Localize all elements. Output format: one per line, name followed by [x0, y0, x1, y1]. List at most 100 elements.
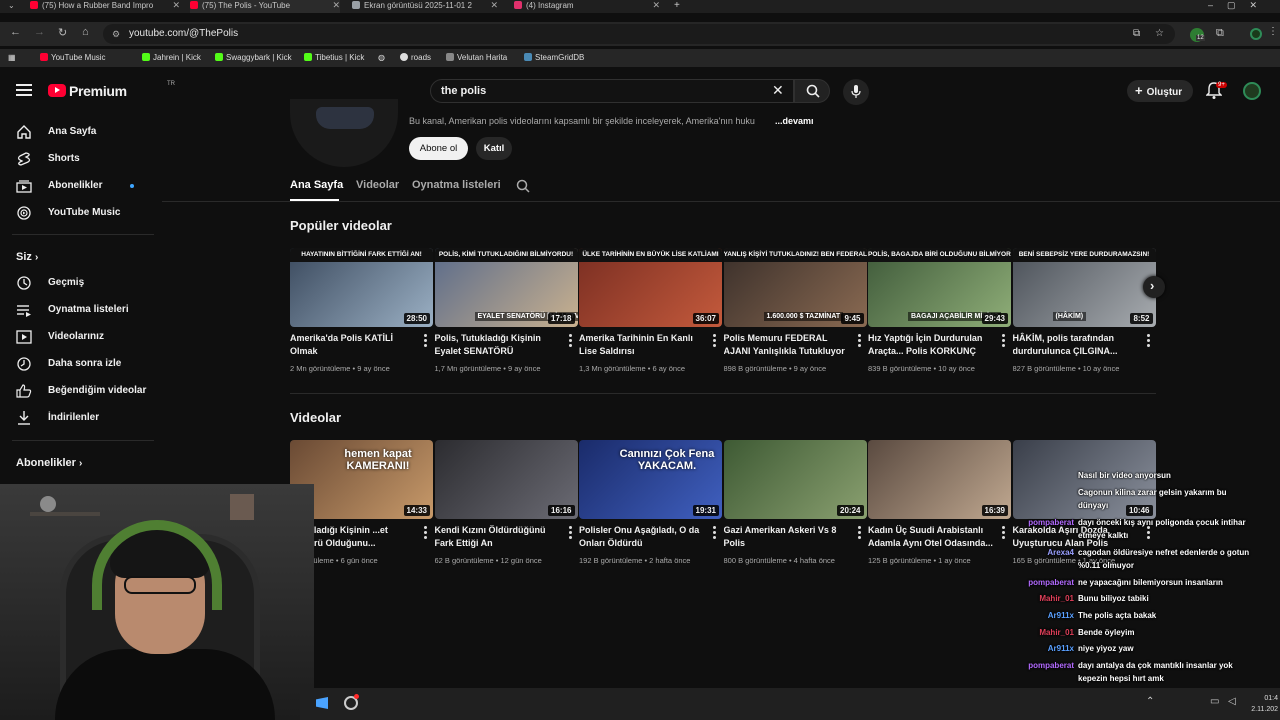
video-title[interactable]: Hız Yaptığı İçin Durdurulan Araçta... Po… [868, 332, 996, 358]
start-icon[interactable] [316, 697, 328, 709]
sidebar-item-home[interactable]: Ana Sayfa [16, 123, 146, 143]
address-bar[interactable]: ⚙ youtube.com/@ThePolis ⧉ ☆ [103, 24, 1175, 44]
more-options-icon[interactable] [424, 334, 427, 349]
channel-avatar[interactable] [290, 99, 398, 167]
video-thumbnail[interactable]: ÜLKE TARİHİNİN EN BÜYÜK LİSE KATLİAMI 36:… [579, 248, 722, 327]
sidebar-item-youtube-music[interactable]: YouTube Music [16, 204, 146, 224]
video-thumbnail[interactable]: 16:39 [868, 440, 1011, 519]
chat-username[interactable]: Ar911x [1048, 642, 1074, 655]
window-controls[interactable]: –▢✕ [1208, 0, 1271, 11]
browser-menu-icon[interactable]: ⋮ [1268, 26, 1278, 37]
channel-description[interactable]: Bu kanal, Amerikan polis videolarını kap… [409, 116, 755, 126]
tab-playlists[interactable]: Oynatma listeleri [412, 179, 501, 191]
close-tab-icon[interactable]: ✕ [490, 0, 498, 11]
install-icon[interactable]: ⧉ [1133, 24, 1140, 44]
sidebar-item-subscriptions[interactable]: Abonelikler [16, 177, 146, 197]
voice-search-button[interactable] [843, 79, 869, 105]
close-tab-icon[interactable]: ✕ [332, 0, 340, 11]
more-options-icon[interactable] [857, 334, 861, 349]
close-tab-icon[interactable]: ✕ [172, 0, 180, 11]
video-title[interactable]: Polisler Onu Aşağıladı, O da Onları Öldü… [579, 524, 707, 550]
chat-username[interactable]: pompaberat [1028, 576, 1074, 589]
channel-search-icon[interactable] [516, 179, 530, 193]
chat-username[interactable]: pompaberat [1028, 659, 1074, 672]
apps-grid-icon[interactable]: ▦ [8, 53, 16, 62]
browser-tab-1[interactable]: (75) How a Rubber Band Impro ✕ [30, 0, 180, 13]
video-thumbnail[interactable]: BENİ SEBEPSİZ YERE DURDURAMAZSIN! (HÂKİM)… [1012, 248, 1156, 327]
back-icon[interactable]: ← [10, 26, 21, 38]
carousel-next-button[interactable]: › [1143, 276, 1165, 298]
video-title[interactable]: Amerika'da Polis KATİLİ Olmak [290, 332, 418, 358]
sidebar-item-playlists[interactable]: Oynatma listeleri [16, 301, 146, 321]
video-thumbnail[interactable]: POLİS, BAGAJDA BİRİ OLDUĞUNU BİLMİYORDU B… [868, 248, 1011, 327]
sidebar-item-watch-later[interactable]: Daha sonra izle [16, 355, 146, 375]
video-thumbnail[interactable]: 20:24 [723, 440, 867, 519]
video-title[interactable]: Kendi Kızını Öldürdüğünü Fark Ettiği An [435, 524, 563, 550]
video-thumbnail[interactable]: POLİS, KİMİ TUTUKLADIĞINI BİLMİYORDU! EYA… [434, 248, 578, 327]
bookmark-velutan-harita[interactable]: Velutan Harita [446, 53, 507, 62]
bookmark-roads[interactable]: roads [400, 53, 431, 62]
sidebar-item-history[interactable]: Geçmiş [16, 274, 146, 294]
more-options-icon[interactable] [1146, 334, 1150, 349]
clear-search-icon[interactable]: ✕ [772, 82, 784, 99]
new-tab-icon[interactable]: + [674, 0, 680, 11]
video-title[interactable]: Amerika Tarihinin En Kanlı Lise Saldırıs… [579, 332, 707, 358]
more-options-icon[interactable] [1002, 526, 1005, 541]
sidebar-item-downloads[interactable]: İndirilenler [16, 409, 146, 429]
hamburger-menu-icon[interactable] [16, 84, 32, 96]
video-thumbnail[interactable]: 16:16 [434, 440, 578, 519]
bookmark-star-icon[interactable]: ☆ [1155, 24, 1164, 44]
tray-chevron-icon[interactable]: ⌃ [1146, 696, 1154, 707]
more-options-icon[interactable] [568, 334, 572, 349]
bookmark-swaggybark[interactable]: Swaggybark | Kick [215, 53, 292, 62]
chat-username[interactable]: pompaberat [1028, 516, 1074, 529]
video-title[interactable]: Polis, Tutukladığı Kişinin Eyalet SENATÖ… [435, 332, 563, 358]
tab-search-icon[interactable]: ⌄ [8, 1, 15, 10]
chat-username[interactable]: Mahir_01 [1039, 592, 1074, 605]
reload-icon[interactable]: ↻ [58, 26, 67, 39]
subscribe-button[interactable]: Abone ol [409, 137, 468, 160]
chat-username[interactable]: Mahir_01 [1039, 626, 1074, 639]
bookmark-steamgriddb[interactable]: SteamGridDB [524, 53, 584, 62]
taskbar-clock[interactable]: 01:4 2.11.202 [1248, 693, 1278, 715]
extensions-puzzle-icon[interactable]: ⧉ [1216, 27, 1224, 40]
sidebar-item-shorts[interactable]: Shorts [16, 150, 146, 170]
video-thumbnail[interactable]: HAYATININ BİTTİĞİNİ FARK ETTİĞİ AN! 28:50 [290, 248, 433, 327]
tab-videos[interactable]: Videolar [356, 179, 399, 191]
more-options-icon[interactable] [713, 334, 716, 349]
tab-home[interactable]: Ana Sayfa [290, 179, 343, 191]
sidebar-item-your-videos[interactable]: Videolarınız [16, 328, 146, 348]
search-input[interactable]: the polis [430, 79, 794, 103]
forward-icon[interactable]: → [34, 26, 45, 38]
video-title[interactable]: Polis Memuru FEDERAL AJANI Yanlışlıkla T… [724, 332, 852, 358]
bookmark-youtube-music[interactable]: YouTube Music [40, 53, 106, 62]
volume-icon[interactable]: ◁ [1228, 696, 1236, 707]
network-icon[interactable]: ▭ [1210, 696, 1219, 707]
create-button[interactable]: + Oluştur [1127, 80, 1193, 102]
globe-icon[interactable]: ◍ [378, 53, 385, 62]
browser-tab-4[interactable]: (4) Instagram ✕ [514, 0, 660, 13]
browser-tab-2[interactable]: (75) The Polis - YouTube ✕ [190, 0, 340, 13]
close-tab-icon[interactable]: ✕ [652, 0, 660, 11]
sidebar-subscriptions-heading[interactable]: Abonelikler › [16, 457, 82, 469]
video-title[interactable]: Kadın Üç Suudi Arabistanlı Adamla Aynı O… [868, 524, 996, 550]
join-button[interactable]: Katıl [476, 137, 512, 160]
bookmark-jahrein[interactable]: Jahrein | Kick [142, 53, 201, 62]
more-options-icon[interactable] [568, 526, 572, 541]
search-button[interactable] [794, 79, 830, 103]
video-title[interactable]: HÂKİM, polis tarafından durdurulunca ÇIL… [1013, 332, 1141, 358]
profile-avatar-icon[interactable] [1250, 28, 1262, 40]
more-options-icon[interactable] [713, 526, 716, 541]
chat-username[interactable]: Arexa4 [1047, 546, 1074, 559]
home-icon[interactable]: ⌂ [82, 26, 89, 38]
description-more-link[interactable]: ...devamı [775, 116, 814, 126]
site-info-icon[interactable]: ⚙ [112, 24, 120, 44]
video-title[interactable]: Gazi Amerikan Askeri Vs 8 Polis [724, 524, 852, 550]
more-options-icon[interactable] [424, 526, 427, 541]
browser-tab-3[interactable]: Ekran görüntüsü 2025-11-01 2 ✕ [352, 0, 498, 13]
chat-username[interactable]: Ar911x [1048, 609, 1074, 622]
sidebar-you-heading[interactable]: Siz › [16, 251, 38, 263]
account-avatar[interactable] [1243, 82, 1261, 100]
sidebar-item-liked-videos[interactable]: Beğendiğim videolar [16, 382, 146, 402]
video-thumbnail[interactable]: Canınızı Çok Fena YAKACAM. 19:31 [579, 440, 722, 519]
